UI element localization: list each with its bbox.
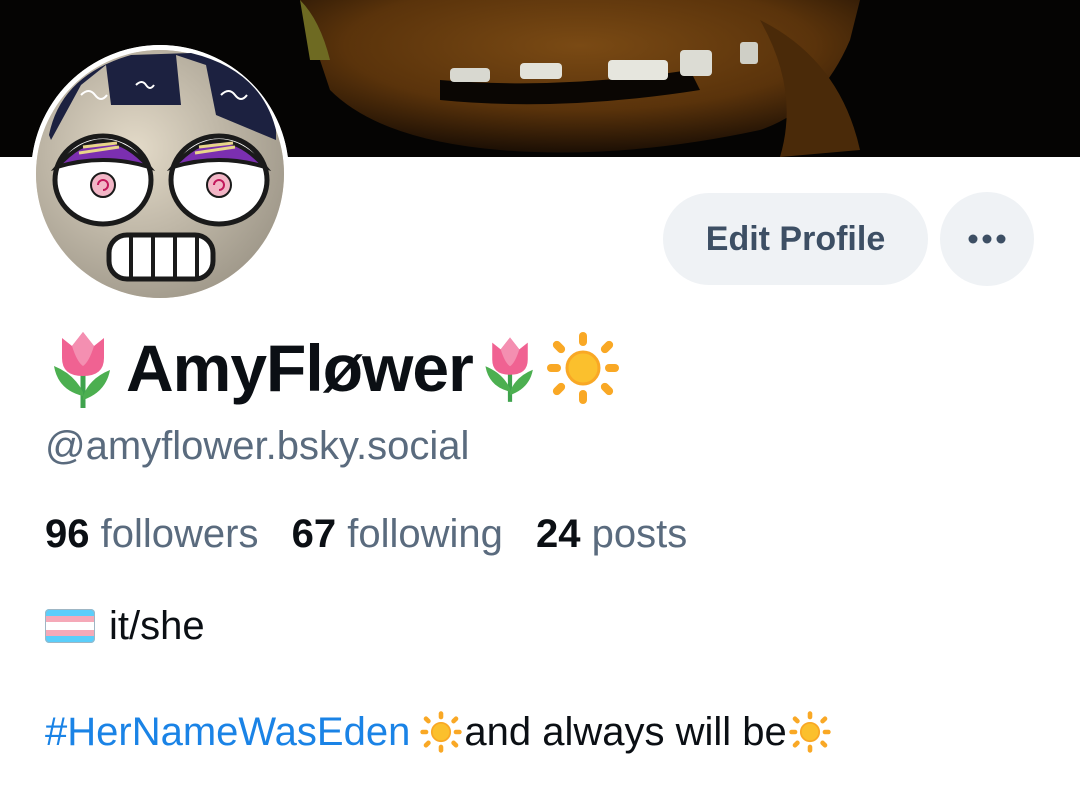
following-stat[interactable]: 67 following <box>292 514 503 554</box>
sun-icon <box>789 711 831 753</box>
posts-stat: 24 posts <box>536 514 687 554</box>
edit-profile-button[interactable]: Edit Profile <box>663 193 928 285</box>
followers-stat[interactable]: 96 followers <box>45 514 258 554</box>
avatar[interactable] <box>31 45 289 303</box>
tagline-text: and always will be <box>464 709 787 754</box>
followers-label: followers <box>100 512 259 556</box>
followers-count: 96 <box>45 512 90 556</box>
bio-tagline: #HerNameWasEden and always will be <box>45 708 833 756</box>
hashtag-link[interactable]: #HerNameWasEden <box>45 710 410 755</box>
tulip-icon <box>54 332 110 408</box>
edit-profile-label: Edit Profile <box>705 219 886 258</box>
posts-label: posts <box>591 512 688 556</box>
more-horizontal-icon <box>968 234 1006 244</box>
sun-icon <box>420 711 463 753</box>
more-options-button[interactable] <box>940 192 1034 286</box>
profile-stats: 96 followers 67 following 24 posts <box>45 514 709 554</box>
sun-icon <box>546 332 619 404</box>
following-count: 67 <box>291 512 337 556</box>
tulip-icon <box>485 337 533 402</box>
display-name-row: AmyFløwer <box>44 318 623 418</box>
profile-handle: @amyflower.bsky.social <box>45 424 470 468</box>
pronouns-text: it/she <box>109 603 205 648</box>
bio-pronouns-line: it/she <box>45 604 205 648</box>
following-label: following <box>347 512 503 556</box>
transgender-flag-icon <box>45 609 95 643</box>
display-name: AmyFløwer <box>126 331 474 405</box>
posts-count: 24 <box>536 512 581 556</box>
